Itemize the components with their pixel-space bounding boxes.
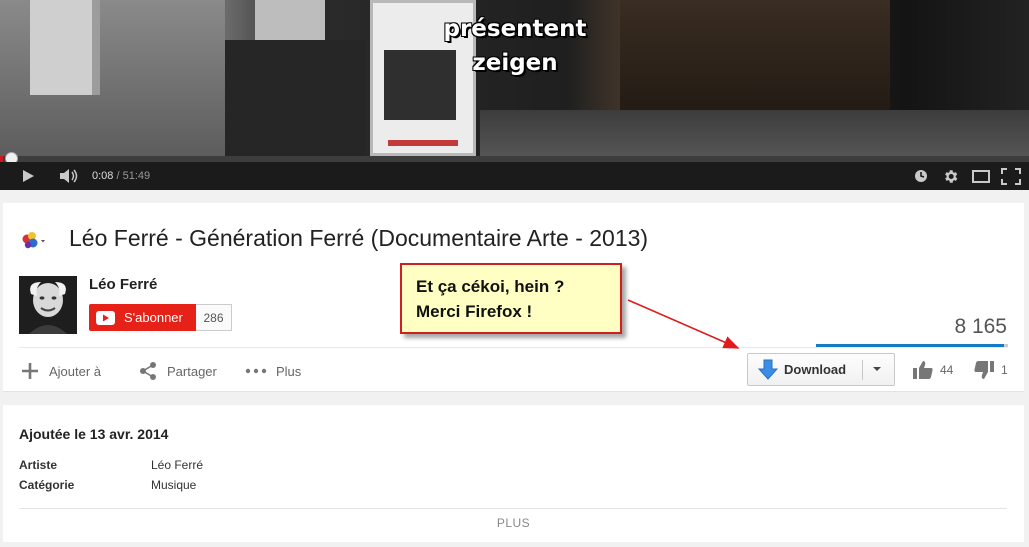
current-time: 0:08 <box>92 170 114 182</box>
video-scene-window <box>255 0 325 40</box>
video-scene-sign-arrow <box>388 140 458 146</box>
volume-icon <box>60 169 78 183</box>
divider <box>19 347 1007 348</box>
player-controls: 0:08 / 51:49 <box>0 162 1029 190</box>
share-icon <box>140 362 156 380</box>
video-subtitle: présentent <box>443 16 587 42</box>
published-date: Ajoutée le 13 avr. 2014 <box>19 426 169 442</box>
watch-later-icon <box>915 170 927 182</box>
metadata-value: Musique <box>151 478 197 492</box>
download-arrow-icon <box>758 359 778 380</box>
dislike-count: 1 <box>1001 363 1008 377</box>
divider <box>19 508 1007 509</box>
play-button[interactable] <box>20 168 36 184</box>
channel-avatar[interactable] <box>19 276 77 334</box>
settings-button[interactable] <box>942 168 959 185</box>
chevron-down-icon[interactable] <box>872 366 882 372</box>
watch-later-button[interactable] <box>914 169 928 183</box>
video-scene-floor <box>480 110 1029 156</box>
theater-mode-icon <box>972 170 990 183</box>
annotation-callout: Et ça cékoi, hein ? Merci Firefox ! <box>400 263 622 334</box>
fullscreen-icon <box>1001 168 1021 185</box>
avatar-portrait <box>19 276 77 334</box>
video-scene-shadow <box>225 40 365 156</box>
add-to-label: Ajouter à <box>49 363 102 379</box>
theater-mode-button[interactable] <box>972 170 990 183</box>
download-button[interactable]: Download <box>747 353 895 386</box>
metadata-value: Léo Ferré <box>151 458 204 472</box>
annotation-line: Et ça cékoi, hein ? <box>416 277 565 296</box>
video-subtitle: zeigen <box>472 50 558 76</box>
plus-icon <box>22 363 38 379</box>
add-to-button[interactable]: Ajouter à <box>20 361 101 381</box>
volume-button[interactable] <box>58 167 80 185</box>
metadata-key: Artiste <box>19 458 58 472</box>
thumbs-down-icon <box>974 361 994 379</box>
time-separator: / <box>113 170 123 182</box>
metadata-key: Catégorie <box>19 478 75 492</box>
download-split-divider <box>862 360 863 380</box>
like-button[interactable]: 44 <box>912 360 953 380</box>
channel-name[interactable]: Léo Ferré <box>89 276 157 293</box>
share-label: Partager <box>167 363 217 379</box>
annotation-line: Merci Firefox ! <box>416 302 533 321</box>
dislike-button[interactable]: 1 <box>973 360 1008 380</box>
description-card: Ajoutée le 13 avr. 2014 Artiste Léo Ferr… <box>3 405 1024 542</box>
video-scene-window <box>30 0 100 95</box>
more-button[interactable]: Plus <box>245 361 301 381</box>
download-label: Download <box>784 362 847 377</box>
youtube-play-icon <box>96 310 115 325</box>
more-label: Plus <box>276 363 302 379</box>
video-title: Léo Ferré - Génération Ferré (Documentai… <box>69 225 649 251</box>
channel-logo-icon[interactable] <box>20 231 48 251</box>
view-count: 8 165 <box>954 315 1007 338</box>
thumbs-up-icon <box>913 361 933 379</box>
time-display: 0:08 / 51:49 <box>92 170 150 182</box>
like-count: 44 <box>940 363 954 377</box>
show-more-button[interactable]: PLUS <box>3 516 1024 530</box>
video-player[interactable]: présentent zeigen 0:08 / 51:49 <box>0 0 1029 190</box>
gear-icon <box>945 170 958 183</box>
subscribe-button[interactable]: S'abonner <box>89 304 196 331</box>
duration: 51:49 <box>122 170 151 182</box>
more-dots-icon <box>245 368 267 374</box>
play-icon <box>23 170 34 182</box>
subscriber-count: 286 <box>196 304 232 331</box>
fullscreen-button[interactable] <box>1001 168 1021 185</box>
video-frame[interactable]: présentent zeigen <box>0 0 1029 156</box>
share-button[interactable]: Partager <box>138 361 217 381</box>
subscribe-label: S'abonner <box>124 310 183 325</box>
